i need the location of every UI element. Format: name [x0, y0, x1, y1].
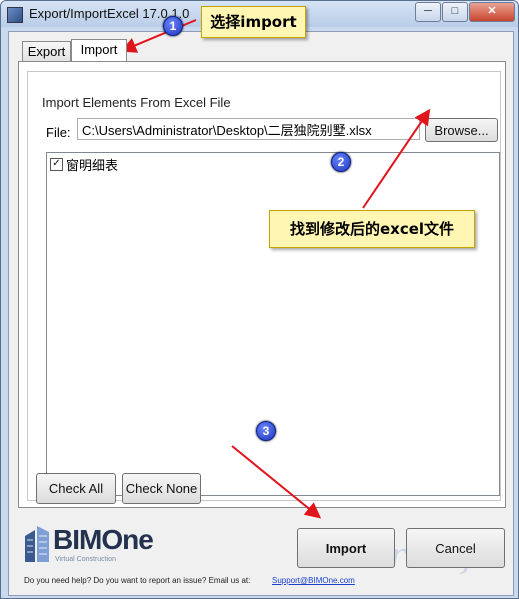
import-tab-panel: Import Elements From Excel File File: Br…: [18, 61, 506, 508]
close-button[interactable]: ✕: [469, 2, 515, 22]
step3-badge: 3: [256, 421, 276, 441]
step2-callout: 找到修改后的excel文件: [269, 210, 475, 248]
app-icon: [7, 7, 23, 23]
elements-list[interactable]: ✓ 窗明细表: [46, 152, 500, 496]
element-checkbox[interactable]: ✓: [50, 157, 63, 171]
cancel-button[interactable]: Cancel: [406, 528, 505, 568]
bimone-logo: BIMOne Virtual Construction: [23, 522, 163, 566]
step1-callout: 选择import: [201, 6, 306, 38]
logo-text: BIMOne: [53, 524, 154, 555]
tab-export[interactable]: Export: [22, 41, 71, 61]
building-logo-icon: [25, 526, 49, 562]
dialog-client-area: Export Import Import Elements From Excel…: [8, 31, 514, 596]
file-path-input[interactable]: [77, 118, 420, 140]
check-all-button[interactable]: Check All: [36, 473, 116, 504]
footer-area: BIMOne Virtual Construction taiturisoft …: [9, 516, 513, 595]
browse-button[interactable]: Browse...: [425, 118, 498, 142]
help-text: Do you need help? Do you want to report …: [24, 576, 251, 585]
import-button[interactable]: Import: [297, 528, 395, 568]
check-none-button[interactable]: Check None: [122, 473, 201, 504]
step1-badge: 1: [163, 16, 183, 36]
logo-tagline: Virtual Construction: [55, 556, 116, 563]
tab-import[interactable]: Import: [71, 39, 127, 61]
file-label: File:: [46, 125, 71, 140]
step2-badge: 2: [331, 152, 351, 172]
minimize-button[interactable]: ─: [415, 2, 441, 22]
element-label: 窗明细表: [66, 157, 119, 173]
support-email-link[interactable]: Support@BIMOne.com: [272, 576, 355, 585]
maximize-button[interactable]: □: [442, 2, 468, 22]
app-window: Export/ImportExcel 17.0.1.0 ─ □ ✕ Export…: [0, 0, 519, 599]
group-title: Import Elements From Excel File: [39, 95, 234, 110]
list-item[interactable]: ✓ 窗明细表: [50, 156, 119, 173]
